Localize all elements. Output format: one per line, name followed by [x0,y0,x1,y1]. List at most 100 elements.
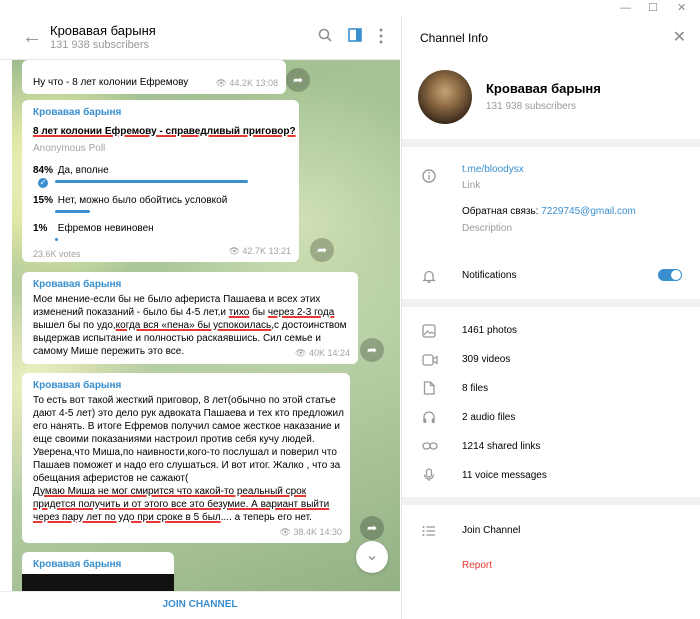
divider [402,299,700,307]
channel-title[interactable]: Кровавая барыня [50,23,156,38]
media-videos[interactable]: 309 videos [462,354,510,365]
text-part: .... а теперь его нет. [220,512,312,523]
poll-option[interactable]: 1% Ефремов невиновен [33,222,154,235]
media-audio[interactable]: 2 audio files [462,412,515,423]
feedback-email-link[interactable]: 7229745@gmail.com [541,206,636,217]
message-meta: 👁 40K 14:24 [295,347,350,360]
channel-subscribers-count: 131 938 subscribers [486,101,577,112]
eye-icon: 👁 [294,348,307,358]
sender-name[interactable]: Кровавая барыня [33,379,121,392]
video-icon [422,354,438,366]
poll-percent: 15% [33,195,54,206]
share-icon[interactable]: ➦ [360,516,384,540]
close-icon[interactable]: ✕ [673,27,686,47]
poll-bar [55,238,58,241]
avatar[interactable] [418,70,472,124]
notifications-label: Notifications [462,270,517,281]
maximize-button[interactable]: ☐ [648,1,658,15]
window-titlebar: — ☐ ✕ [0,0,700,17]
message-time: 13:08 [255,78,278,88]
message-text: То есть вот такой жесткий приговор, 8 ле… [33,394,345,524]
poll-type: Anonymous Poll [33,143,106,154]
feedback-line: Обратная связь: 7229745@gmail.com [462,206,636,217]
underlined-text: когда вся «пена» бы успокоилась [115,320,272,331]
poll-percent: 1% [33,223,48,234]
panel-title: Channel Info [420,31,489,45]
poll-question: 8 лет колонии Ефремову - справедливый пр… [33,126,296,137]
channel-link[interactable]: t.me/bloodysx [462,164,524,175]
message-bubble[interactable]: Кровавая барыня Мое мнение-если бы не бы… [22,272,358,364]
photo-icon [422,324,436,338]
text-part: бы [249,307,268,318]
chat-panel: ← Кровавая барыня 131 938 subscribers Ну… [0,17,400,619]
notifications-toggle[interactable] [658,269,682,281]
join-channel-item[interactable]: Join Channel [462,525,520,536]
message-meta: 👁 42.7K 13:21 [228,245,291,258]
channel-subscribers: 131 938 subscribers [50,39,150,51]
channel-name: Кровавая барыня [486,81,601,96]
eye-icon: 👁 [215,78,227,88]
media-voice[interactable]: 11 voice messages [462,470,547,481]
underlined-text: тихо [228,307,250,318]
text-part: То есть вот такой жесткий приговор, 8 ле… [33,395,344,484]
views-count: 44.2K [229,78,253,88]
share-icon[interactable]: ➦ [310,238,334,262]
sender-name[interactable]: Кровавая барыня [33,558,121,571]
poll-percent: 84% [33,165,54,176]
message-bubble[interactable]: Ну что - 8 лет колонии Ефремову 👁 44.2K … [22,60,286,94]
check-icon: ✓ [38,178,48,188]
sender-name[interactable]: Кровавая барыня [33,278,121,291]
message-list[interactable]: Ну что - 8 лет колонии Ефремову 👁 44.2K … [12,60,400,600]
share-icon[interactable]: ➦ [360,338,384,362]
media-links[interactable]: 1214 shared links [462,441,540,452]
eye-icon: 👁 [228,246,240,256]
join-bar: JOIN CHANNEL [0,591,400,619]
headphones-icon [423,411,435,423]
underlined-text: через 2-3 года [267,307,335,318]
message-time: 13:21 [268,246,291,256]
file-icon [423,381,435,395]
window-close-button[interactable]: ✕ [677,1,686,15]
link-icon [422,442,438,450]
views-count: 42.7K [242,246,266,256]
poll-message[interactable]: Кровавая барыня 8 лет колонии Ефремову -… [22,100,299,262]
scroll-down-button[interactable]: ⌄ [356,541,388,573]
message-time: 14:24 [327,348,350,358]
link-label: Link [462,180,481,191]
search-icon[interactable] [318,28,332,42]
message-time: 14:30 [319,527,342,537]
sidebar-toggle-icon[interactable] [348,28,362,42]
media-files[interactable]: 8 files [462,383,488,394]
more-vertical-icon[interactable] [378,28,384,44]
poll-bar [55,180,248,183]
mic-icon [423,468,435,481]
text-part: вышел бы по удо, [33,320,116,331]
poll-option-label: Ефремов невиновен [57,223,154,234]
report-button[interactable]: Report [462,560,492,571]
channel-info-panel: Channel Info ✕ Кровавая барыня 131 938 s… [401,17,700,619]
message-meta: 👁 44.2K 13:08 [215,77,278,90]
minimize-button[interactable]: — [620,1,631,15]
toggle-knob [671,270,681,280]
divider [402,497,700,505]
media-photos[interactable]: 1461 photos [462,325,517,336]
poll-votes: 23.6K votes [33,249,81,259]
join-channel-button[interactable]: JOIN CHANNEL [0,599,400,610]
poll-bar [55,210,90,213]
sender-name[interactable]: Кровавая барыня [33,106,121,119]
telegram-window: — ☐ ✕ ← Кровавая барыня 131 938 subscrib… [0,0,700,619]
poll-option-label: Да, вполне [57,165,109,176]
share-icon[interactable]: ➦ [286,68,310,92]
chat-header: ← Кровавая барыня 131 938 subscribers [0,17,400,60]
back-arrow-icon[interactable]: ← [22,27,42,47]
divider [402,139,700,147]
views-count: 38.4K [293,527,317,537]
poll-option[interactable]: 84% Да, вполне [33,164,109,177]
info-icon [422,169,436,183]
poll-option[interactable]: 15% Нет, можно было обойтись условкой [33,194,227,207]
feedback-prefix: Обратная связь: [462,206,542,217]
views-count: 40K [308,348,325,358]
message-bubble[interactable]: Кровавая барыня То есть вот такой жестки… [22,373,350,543]
description-label: Description [462,223,513,234]
poll-option-label: Нет, можно было обойтись условкой [57,195,228,206]
